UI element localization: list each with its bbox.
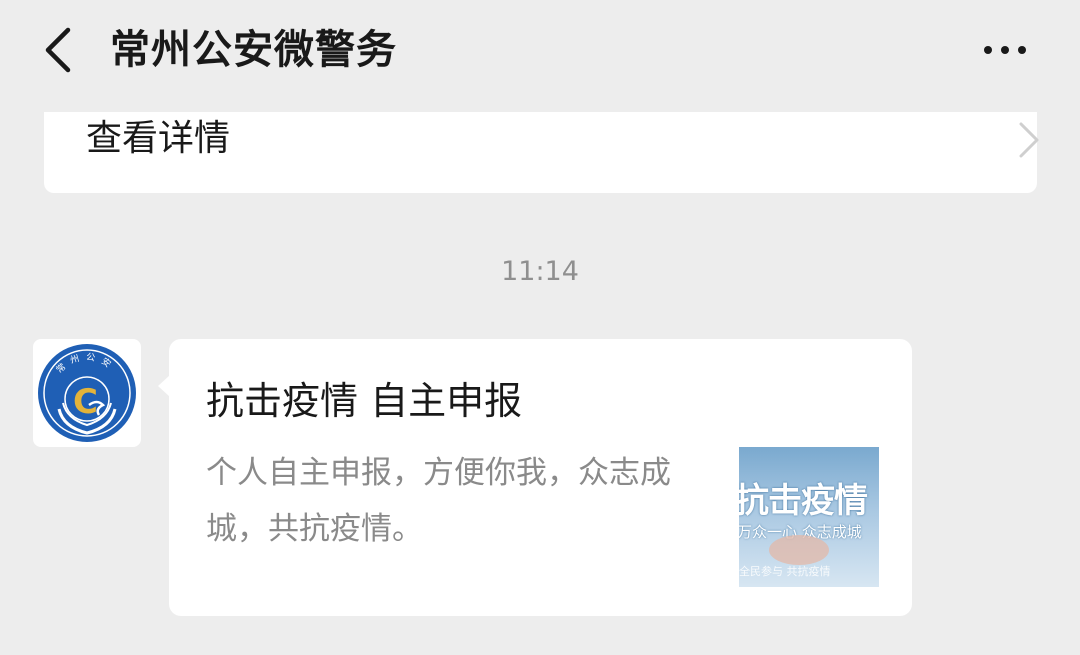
article-title: 抗击疫情 自主申报 <box>206 379 523 423</box>
more-options-button[interactable] <box>970 28 1040 72</box>
article-description: 个人自主申报，方便你我，众志成城，共抗疫情。 <box>206 455 671 547</box>
article-message-card[interactable]: 抗击疫情 自主申报 个人自主申报，方便你我，众志成城，共抗疫情。 抗击疫情 万众… <box>158 339 912 616</box>
more-dots-icon-dot <box>1018 46 1026 54</box>
police-badge-logo: 常州公安 C <box>38 344 136 442</box>
view-details-card[interactable]: 查看详情 <box>44 112 1039 193</box>
thumbnail-title: 抗击疫情 <box>739 481 868 521</box>
chevron-left-icon <box>45 27 71 73</box>
article-thumbnail: 抗击疫情 万众一心 众志成城 全民参与 共抗疫情 <box>739 447 879 587</box>
account-avatar[interactable]: 常州公安 C <box>33 339 141 447</box>
chevron-right-icon <box>1019 122 1039 158</box>
back-button[interactable] <box>28 18 88 82</box>
page-title: 常州公安微警务 <box>110 27 397 73</box>
more-dots-icon <box>984 46 992 54</box>
view-details-label: 查看详情 <box>86 118 231 159</box>
message-timestamp: 11:14 <box>501 256 579 287</box>
thumbnail-hands-graphic <box>769 535 829 565</box>
more-dots-icon-dot <box>1001 46 1009 54</box>
bubble-tail <box>158 375 170 397</box>
thumbnail-footer: 全民参与 共抗疫情 <box>739 565 831 578</box>
top-bar: 常州公安微警务 <box>0 0 1080 104</box>
